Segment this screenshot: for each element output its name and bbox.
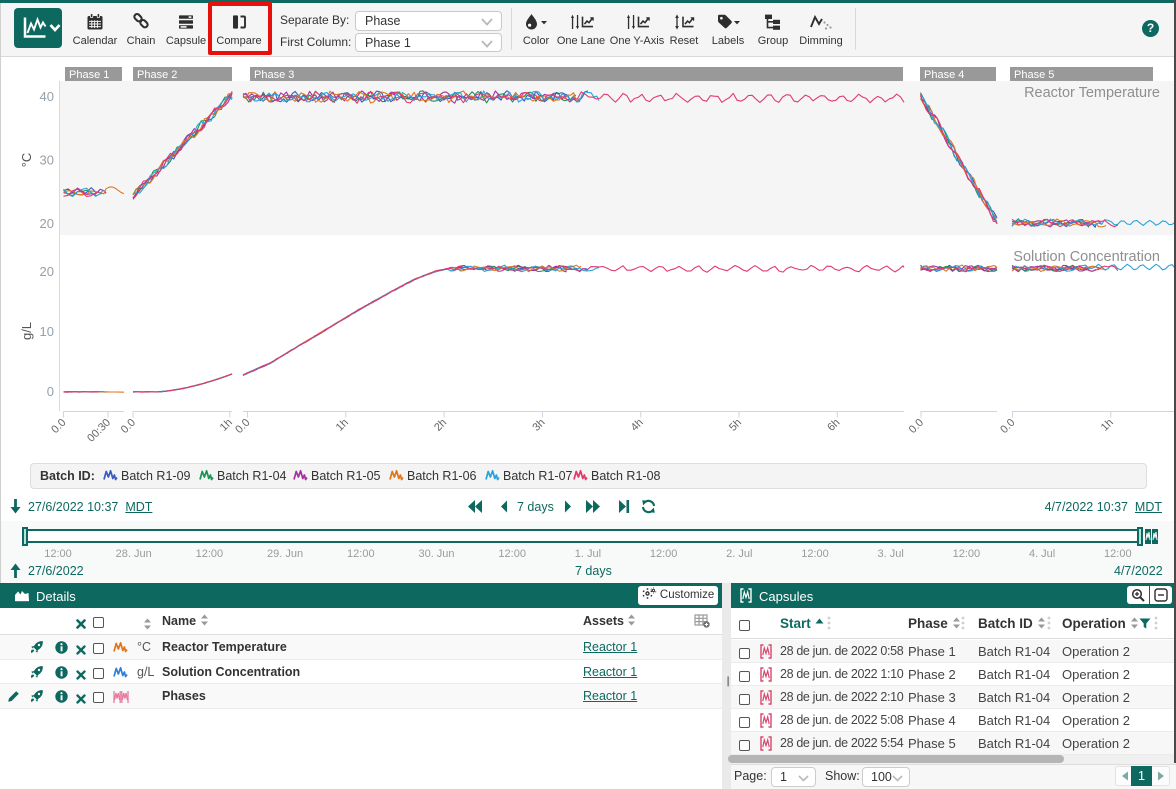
svg-text:3h: 3h <box>530 417 547 434</box>
svg-text:1h: 1h <box>218 417 235 434</box>
svg-text:0.0: 0.0 <box>49 417 68 436</box>
svg-text:Reactor Temperature: Reactor Temperature <box>1024 85 1160 101</box>
svg-text:20: 20 <box>40 264 54 279</box>
svg-text:Phase 1: Phase 1 <box>69 69 109 81</box>
svg-text:10: 10 <box>40 324 54 339</box>
svg-text:Solution Concentration: Solution Concentration <box>1013 249 1160 265</box>
svg-text:6h: 6h <box>825 417 842 434</box>
svg-text:2h: 2h <box>432 417 449 434</box>
svg-text:Phase 5: Phase 5 <box>1014 69 1054 81</box>
svg-text:00:30: 00:30 <box>85 417 113 445</box>
svg-text:0.0: 0.0 <box>907 417 926 436</box>
svg-text:Phase 4: Phase 4 <box>924 69 964 81</box>
svg-text:0.0: 0.0 <box>998 417 1017 436</box>
svg-text:4h: 4h <box>629 417 646 434</box>
svg-text:Phase 3: Phase 3 <box>254 69 294 81</box>
svg-text:0.0: 0.0 <box>119 417 138 436</box>
svg-text:0.0: 0.0 <box>233 417 252 436</box>
svg-text:5h: 5h <box>727 417 744 434</box>
svg-text:40: 40 <box>40 89 54 104</box>
svg-text:20: 20 <box>40 216 54 231</box>
svg-text:g/L: g/L <box>19 322 34 340</box>
svg-text:0: 0 <box>47 384 54 399</box>
svg-text:1h: 1h <box>1099 417 1116 434</box>
svg-text:1h: 1h <box>334 417 351 434</box>
svg-text:°C: °C <box>19 153 34 168</box>
svg-text:Phase 2: Phase 2 <box>137 69 177 81</box>
svg-text:30: 30 <box>40 153 54 168</box>
